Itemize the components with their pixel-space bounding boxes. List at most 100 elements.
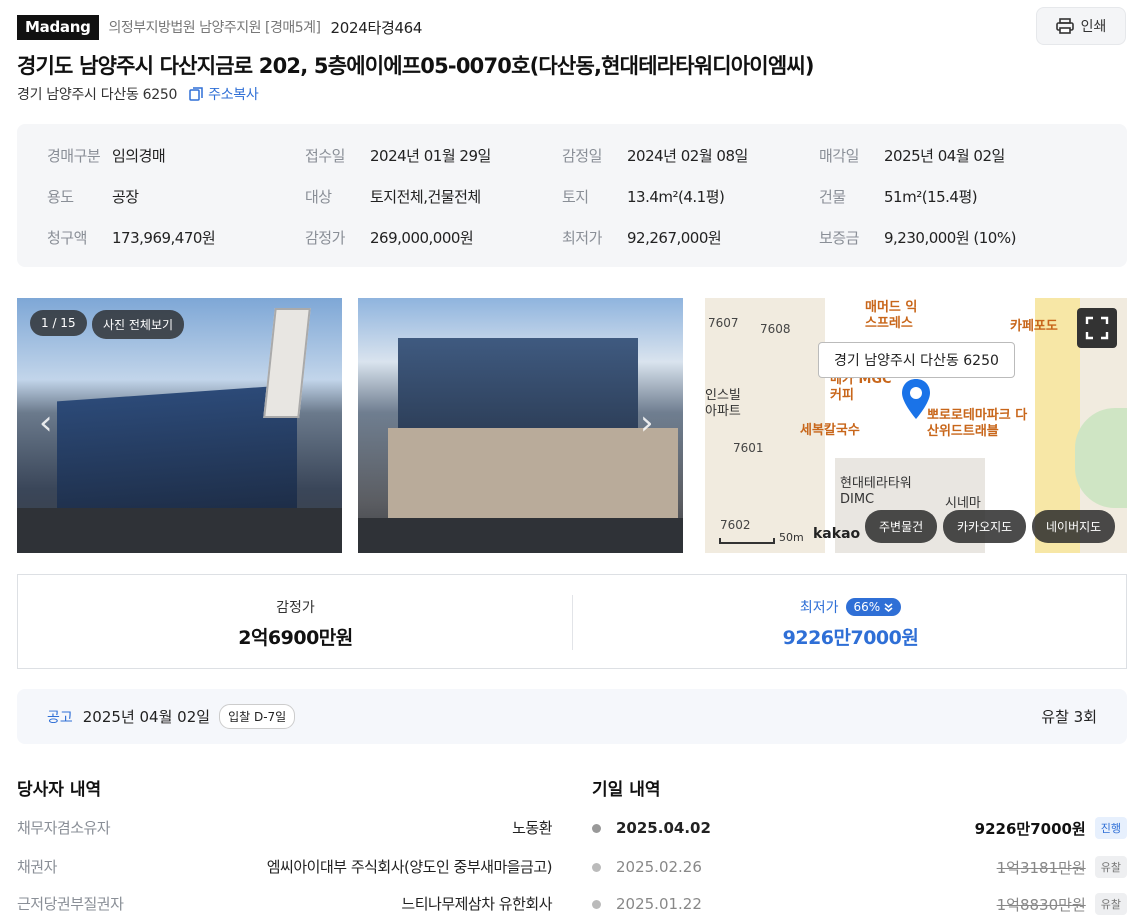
dday-badge: 입찰 D-7일 <box>219 704 296 729</box>
property-photo-2[interactable]: › <box>358 298 683 553</box>
lot-address: 경기 남양주시 다산동 6250 <box>17 87 178 103</box>
min-price-value: 9226만7000원 <box>782 627 919 649</box>
schedule-row: 2025.02.26 1억3181만원 유찰 <box>592 856 1127 878</box>
photo-counter: 1 / 15 <box>30 310 87 336</box>
next-photo-button[interactable]: › <box>640 403 654 443</box>
naver-map-button[interactable]: 네이버지도 <box>1032 510 1116 543</box>
info-claim: 청구액 173,969,470원 <box>47 229 216 247</box>
notice-label: 공고 <box>47 709 73 726</box>
fail-count: 유찰 3회 <box>1041 708 1097 726</box>
map-poi-label: 뽀로로테마파크 다산위드트래블 <box>927 408 1028 440</box>
min-price-block: 최저가 66% 9226만7000원 <box>573 575 1128 670</box>
auction-notice-bar: 공고 2025년 04월 02일 입찰 D-7일 유찰 3회 <box>17 689 1127 744</box>
info-target: 대상 토지전체,건물전체 <box>305 188 481 206</box>
schedule-row: 2025.01.22 1억8830만원 유찰 <box>592 893 1127 915</box>
map-poi-label: 카페포도 <box>1010 319 1058 334</box>
party-row: 근저당권부질권자 느티나무제삼차 유한회사 <box>17 893 552 914</box>
info-appraisal-date: 감정일 2024년 02월 08일 <box>562 147 748 165</box>
map-lot-label: 7607 <box>708 316 739 330</box>
map-pin-icon <box>902 379 930 419</box>
map-lot-label: 7602 <box>720 518 751 532</box>
schedule-title: 기일 내역 <box>592 780 661 800</box>
min-price-label: 최저가 <box>799 600 839 616</box>
property-photo-1[interactable]: 1 / 15 사진 전체보기 ‹ <box>17 298 342 553</box>
prev-photo-button[interactable]: ‹ <box>39 403 53 443</box>
map-poi-label: 현대테라타워 DIMC <box>840 476 912 508</box>
copy-address-button[interactable]: 주소복사 <box>189 84 259 104</box>
party-role: 채무자겸소유자 <box>17 819 111 837</box>
info-sale-date: 매각일 2025년 04월 02일 <box>819 147 1005 165</box>
print-button[interactable]: 인쇄 <box>1036 7 1126 45</box>
schedule-date: 2025.04.02 <box>616 819 711 837</box>
street-shape <box>358 518 683 553</box>
map-poi-label: 세복칼국수 <box>800 423 860 438</box>
price-summary: 감정가 2억6900만원 최저가 66% 9226만7000원 <box>17 574 1127 669</box>
map-lot-label: 7608 <box>760 322 791 336</box>
map-scale: 50m <box>719 531 804 544</box>
appraisal-price-block: 감정가 2억6900만원 <box>18 575 573 670</box>
party-row: 채무자겸소유자 노동환 <box>17 817 552 838</box>
top-bar: Madang 의정부지방법원 남양주지원 [경매5계] 2024타경464 인쇄 <box>17 7 1126 45</box>
timeline-dot <box>592 862 601 872</box>
chevrons-down-icon <box>884 602 893 612</box>
schedule-date: 2025.02.26 <box>616 858 702 876</box>
map-lot-label: 7601 <box>733 441 764 455</box>
party-row: 채권자 엠씨아이대부 주식회사(양도인 중부새마을금고) <box>17 856 553 877</box>
location-map[interactable]: 7607 7608 7601 7602 매머드 익스프레스 카페포도 메가 MG… <box>705 298 1127 553</box>
case-info-panel: 경매구분 임의경매 접수일 2024년 01월 29일 감정일 2024년 02월 0… <box>17 124 1127 267</box>
notice-date: 2025년 04월 02일 <box>82 708 211 726</box>
info-building: 건물 51m²(15.4평) <box>819 188 978 206</box>
nearby-properties-button[interactable]: 주변물건 <box>865 510 938 543</box>
printer-icon <box>1055 18 1074 34</box>
info-received-date: 접수일 2024년 01월 29일 <box>305 147 491 165</box>
lot-address-row: 경기 남양주시 다산동 6250 주소복사 <box>17 84 259 104</box>
info-appraisal-price: 감정가 269,000,000원 <box>305 229 474 247</box>
party-role: 근저당권부질권자 <box>17 895 124 913</box>
map-address-callout: 경기 남양주시 다산동 6250 <box>818 342 1015 378</box>
appraisal-price-value: 2억6900만원 <box>238 627 353 649</box>
fullscreen-button[interactable] <box>1077 308 1117 348</box>
map-scale-label: 50m <box>779 531 804 544</box>
street-shape <box>17 508 342 553</box>
map-poi-label: 매머드 익스프레스 <box>865 300 918 332</box>
min-price-label-row: 최저가 66% <box>573 597 1128 617</box>
map-provider-logo: kakao <box>813 526 861 542</box>
info-land: 토지 13.4m²(4.1평) <box>562 188 725 206</box>
parties-title: 당사자 내역 <box>17 780 102 800</box>
status-badge: 유찰 <box>1094 893 1127 915</box>
map-poi-label: 인스빌 아파트 <box>705 388 741 420</box>
copy-icon <box>189 86 203 101</box>
min-price-percent: 66% <box>853 600 881 614</box>
timeline-dot <box>592 899 601 909</box>
signboard-shape <box>263 308 311 418</box>
property-title: 경기도 남양주시 다산지금로 202, 5층에이에프05-0070호(다산동,현… <box>17 54 814 78</box>
timeline-dot <box>592 823 601 833</box>
print-label: 인쇄 <box>1080 19 1107 35</box>
kakao-map-button[interactable]: 카카오지도 <box>943 510 1027 543</box>
schedule-date: 2025.01.22 <box>616 895 702 913</box>
copy-address-label: 주소복사 <box>208 87 259 103</box>
schedule-amount: 1억8830만원 <box>996 895 1086 914</box>
view-all-photos-button[interactable]: 사진 전체보기 <box>92 310 185 339</box>
case-number: 2024타경464 <box>330 18 423 37</box>
court-name: 의정부지방법원 남양주지원 [경매5계] <box>108 20 321 36</box>
status-badge: 유찰 <box>1094 856 1127 878</box>
brand-logo[interactable]: Madang <box>17 14 99 40</box>
party-role: 채권자 <box>17 858 57 876</box>
schedule-row: 2025.04.02 9226만7000원 진행 <box>592 817 1127 839</box>
appraisal-price-label: 감정가 <box>276 600 315 616</box>
schedule-amount: 1억3181만원 <box>996 858 1086 877</box>
status-badge: 진행 <box>1094 817 1127 839</box>
min-price-percent-badge: 66% <box>846 598 902 616</box>
info-auction-type: 경매구분 임의경매 <box>47 147 166 165</box>
park-shape <box>1075 408 1127 508</box>
schedule-amount: 9226만7000원 <box>974 819 1086 838</box>
party-name: 느티나무제삼차 유한회사 <box>401 895 552 913</box>
info-usage: 용도 공장 <box>47 188 139 206</box>
party-name: 노동환 <box>512 819 552 837</box>
expand-icon <box>1085 316 1109 340</box>
building-base-shape <box>388 428 678 518</box>
info-deposit: 보증금 9,230,000원 (10%) <box>819 229 1016 247</box>
info-min-price: 최저가 92,267,000원 <box>562 229 722 247</box>
party-name: 엠씨아이대부 주식회사(양도인 중부새마을금고) <box>266 858 553 876</box>
